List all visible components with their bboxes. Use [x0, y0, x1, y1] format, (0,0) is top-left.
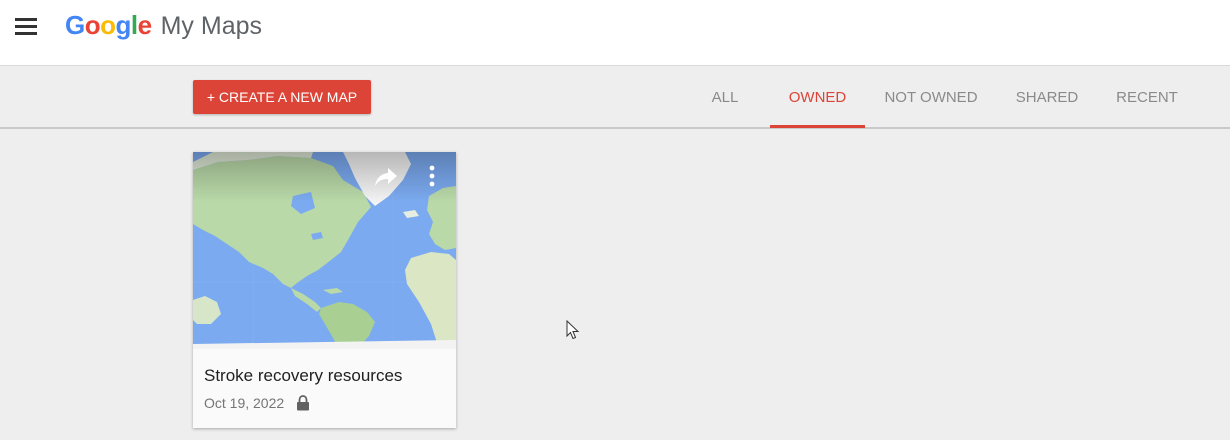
- app-header: Google My Maps: [0, 0, 1230, 66]
- create-new-map-button[interactable]: + CREATE A NEW MAP: [193, 80, 371, 114]
- tab-not-owned[interactable]: NOT OWNED: [872, 80, 990, 116]
- mouse-cursor-icon: [566, 320, 580, 340]
- map-title[interactable]: Stroke recovery resources: [204, 366, 402, 386]
- app-logo: Google My Maps: [65, 10, 262, 42]
- active-tab-indicator: [770, 125, 865, 128]
- tab-shared[interactable]: SHARED: [1004, 80, 1090, 116]
- tab-recent[interactable]: RECENT: [1103, 80, 1191, 116]
- map-thumbnail[interactable]: [193, 152, 456, 349]
- map-meta: Oct 19, 2022: [204, 395, 310, 411]
- product-name: My Maps: [160, 12, 263, 40]
- tab-all[interactable]: ALL: [696, 80, 754, 116]
- toolbar-divider: [0, 127, 1230, 129]
- map-card[interactable]: Stroke recovery resources Oct 19, 2022: [193, 152, 456, 428]
- map-date: Oct 19, 2022: [204, 395, 285, 411]
- tab-owned[interactable]: OWNED: [770, 80, 865, 116]
- lock-icon: [297, 395, 310, 411]
- more-vert-icon[interactable]: [428, 164, 436, 188]
- hamburger-menu-icon[interactable]: [8, 8, 44, 44]
- google-logo: Google: [65, 10, 152, 40]
- share-arrow-icon[interactable]: [373, 166, 399, 188]
